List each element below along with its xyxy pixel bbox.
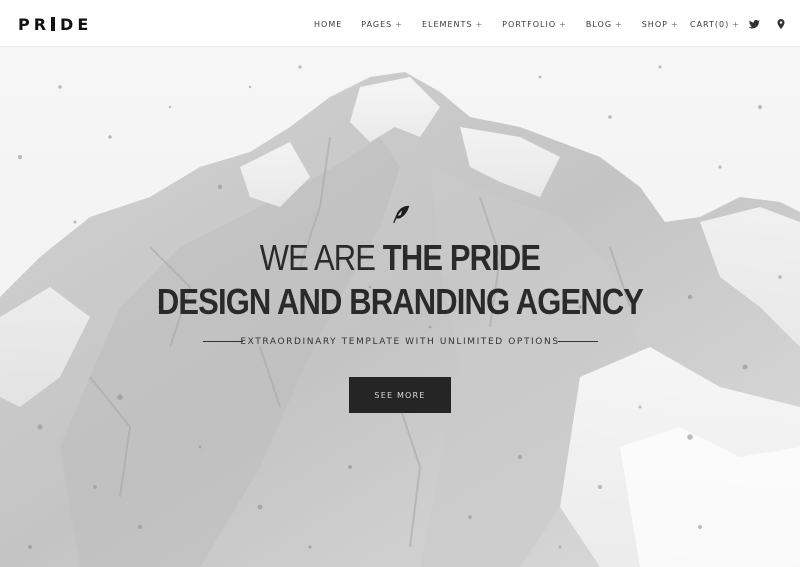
submenu-plus-icon: + <box>559 19 567 29</box>
logo-text-left: PR <box>18 14 51 34</box>
hero-section: WE ARE THE PRIDE DESIGN AND BRANDING AGE… <box>0 47 800 567</box>
hero-headline-line2: DESIGN AND BRANDING AGENCY <box>156 281 644 322</box>
nav-label: HOME <box>314 19 343 29</box>
feather-icon <box>390 203 412 225</box>
hero-tagline-row: EXTRAORDINARY TEMPLATE WITH UNLIMITED OP… <box>0 334 800 350</box>
nav-label: BLOG <box>585 19 613 29</box>
cart-link[interactable]: CART(0) + <box>690 17 740 31</box>
submenu-plus-icon: + <box>732 19 740 29</box>
logo-i-bar <box>51 17 56 31</box>
nav-label: SHOP <box>641 19 668 29</box>
nav-label: PAGES <box>361 19 393 29</box>
see-more-button[interactable]: SEE MORE <box>349 377 451 413</box>
cart-label: CART(0) <box>690 19 730 29</box>
hero-headline-line1: WE ARE THE PRIDE <box>56 235 744 281</box>
nav-label: PORTFOLIO <box>502 19 557 29</box>
main-nav: HOME PAGES + ELEMENTS + PORTFOLIO + BLOG + S… <box>314 17 698 31</box>
submenu-plus-icon: + <box>615 19 623 29</box>
headline-bold-text: THE PRIDE <box>382 237 541 278</box>
nav-item-shop[interactable]: SHOP + <box>642 20 679 29</box>
tagline-rule-right <box>558 341 598 342</box>
nav-item-portfolio[interactable]: PORTFOLIO + <box>502 20 567 29</box>
nav-item-pages[interactable]: PAGES + <box>361 20 403 29</box>
site-header: PR DE HOME PAGES + ELEMENTS + PORTFOLIO + B… <box>0 0 800 47</box>
map-pin-icon[interactable] <box>775 17 787 31</box>
twitter-icon[interactable] <box>748 17 760 31</box>
submenu-plus-icon: + <box>475 19 484 29</box>
submenu-plus-icon: + <box>670 19 679 29</box>
nav-label: ELEMENTS <box>421 19 473 29</box>
headline-light-text: WE ARE <box>259 237 383 278</box>
nav-item-elements[interactable]: ELEMENTS + <box>422 20 483 29</box>
logo-text-right: DE <box>60 14 93 34</box>
site-logo[interactable]: PR DE <box>18 14 92 34</box>
submenu-plus-icon: + <box>395 19 403 29</box>
nav-item-blog[interactable]: BLOG + <box>586 20 623 29</box>
hero-tagline: EXTRAORDINARY TEMPLATE WITH UNLIMITED OP… <box>240 337 560 347</box>
nav-item-home[interactable]: HOME <box>314 20 342 29</box>
